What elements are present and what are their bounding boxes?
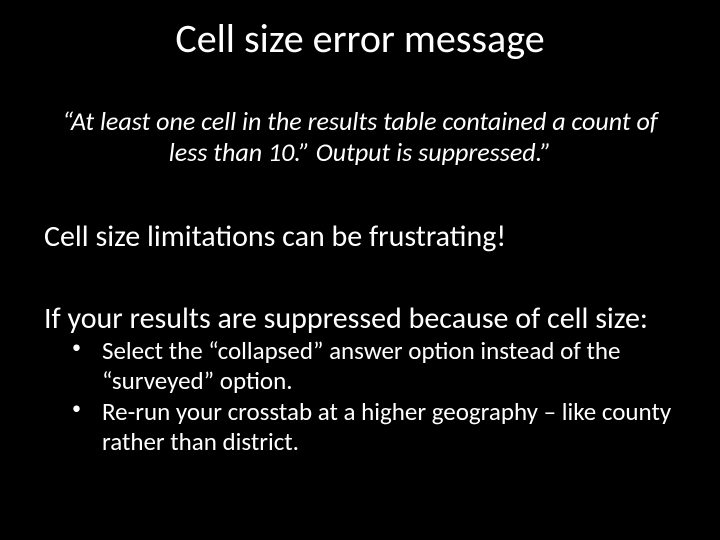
bullet-icon: • bbox=[72, 399, 81, 417]
list-item: • Re-run your crosstab at a higher geogr… bbox=[72, 397, 680, 456]
bullet-text: Select the “collapsed” answer option ins… bbox=[102, 335, 621, 396]
bullet-text: Re-run your crosstab at a higher geograp… bbox=[102, 396, 671, 457]
error-quote: “At least one cell in the results table … bbox=[48, 106, 672, 167]
slide: Cell size error message “At least one ce… bbox=[0, 0, 720, 540]
list-item: • Select the “collapsed” answer option i… bbox=[72, 336, 680, 395]
body-line-if: If your results are suppressed because o… bbox=[44, 300, 680, 337]
bullet-icon: • bbox=[72, 338, 81, 356]
body-line-frustrating: Cell size limitations can be frustrating… bbox=[44, 218, 680, 255]
slide-title: Cell size error message bbox=[0, 14, 720, 63]
bullet-list: • Select the “collapsed” answer option i… bbox=[72, 336, 680, 458]
